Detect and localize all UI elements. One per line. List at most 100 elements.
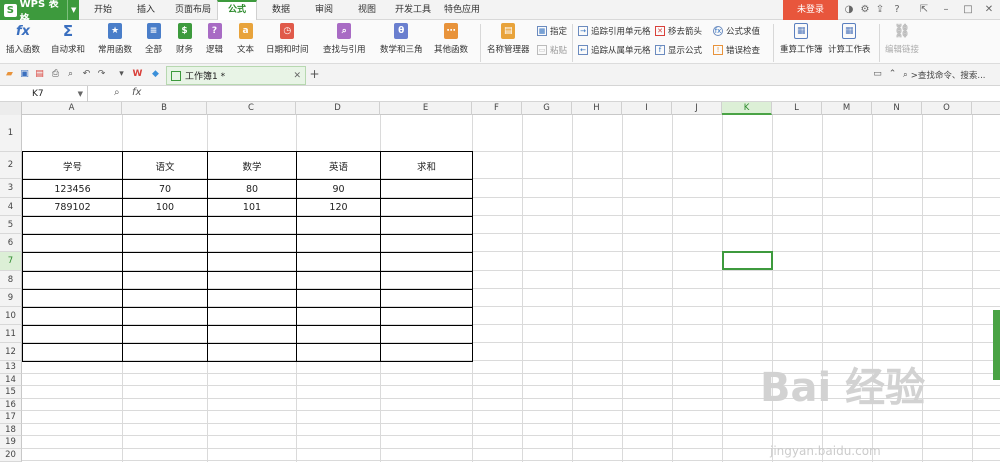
table-cell[interactable] [296, 307, 381, 326]
table-cell[interactable] [122, 307, 208, 326]
tab-insert[interactable]: 插入 [131, 0, 161, 20]
tab-page-layout[interactable]: 页面布局 [172, 0, 214, 20]
column-header-a[interactable]: A [22, 102, 122, 115]
new-tab-icon[interactable]: + [309, 68, 320, 80]
row-header[interactable]: 20 [0, 449, 22, 462]
table-cell[interactable] [122, 234, 208, 253]
table-cell[interactable] [122, 325, 208, 344]
table-cell[interactable] [380, 343, 473, 362]
text-button[interactable]: a 文本 [237, 23, 254, 55]
column-header-b[interactable]: B [122, 102, 207, 115]
formula-input[interactable] [150, 87, 1000, 102]
select-all-corner[interactable] [0, 102, 22, 115]
table-cell[interactable] [380, 216, 473, 235]
header-cell-sum[interactable]: 求和 [380, 151, 473, 180]
workbook-tab[interactable]: 工作簿1 * ✕ [166, 66, 306, 85]
print-preview-icon[interactable]: ⌕ [65, 69, 76, 80]
row-header[interactable]: 19 [0, 436, 22, 449]
table-cell[interactable] [22, 234, 123, 253]
table-cell[interactable] [22, 343, 123, 362]
column-header-g[interactable]: G [522, 102, 572, 115]
table-cell[interactable]: 789102 [22, 198, 123, 217]
column-header-e[interactable]: E [380, 102, 472, 115]
redo-icon[interactable]: ↷ [96, 69, 107, 80]
save-icon[interactable]: ▣ [19, 69, 30, 80]
table-cell[interactable] [296, 252, 381, 272]
insert-function-button[interactable]: fx 插入函数 [6, 23, 40, 56]
tab-review[interactable]: 审阅 [309, 0, 339, 20]
paste-button[interactable]: ▭ 粘贴 [537, 44, 567, 56]
table-cell[interactable] [207, 271, 297, 290]
skin-icon[interactable]: ◑ [843, 4, 855, 16]
other-functions-button[interactable]: ⋯ 其他函数 [434, 23, 468, 55]
table-cell[interactable]: 70 [122, 179, 208, 199]
row-header[interactable]: 8 [0, 271, 22, 289]
close-icon[interactable]: ✕ [983, 4, 995, 16]
specify-button[interactable]: ▦ 指定 [537, 25, 567, 37]
table-cell[interactable]: 120 [296, 198, 381, 217]
header-cell-math[interactable]: 数学 [207, 151, 297, 180]
table-cell[interactable] [22, 289, 123, 308]
table-cell[interactable] [207, 252, 297, 272]
row-header[interactable]: 18 [0, 424, 22, 436]
datetime-button[interactable]: ◷ 日期和时间 [266, 23, 309, 55]
error-check-button[interactable]: ! 错误检查 [713, 44, 760, 56]
row-header[interactable]: 15 [0, 386, 22, 399]
collapse-icon[interactable]: ⌃ [887, 69, 898, 80]
name-manager-button[interactable]: ▤ 名称管理器 [487, 23, 530, 55]
row-header[interactable]: 17 [0, 411, 22, 424]
table-cell[interactable] [207, 325, 297, 344]
trace-precedents-button[interactable]: → 追踪引用单元格 [578, 25, 651, 37]
table-cell[interactable] [380, 179, 473, 199]
table-cell[interactable] [207, 343, 297, 362]
table-cell[interactable]: 100 [122, 198, 208, 217]
lookup-button[interactable]: ⌕ 查找与引用 [323, 23, 366, 55]
vertical-scrollbar-handle[interactable] [993, 310, 1000, 380]
zoom-icon[interactable]: ⌕ [114, 87, 120, 98]
app-menu-button[interactable]: S WPS 表格 ▼ [0, 0, 79, 25]
column-header-k[interactable]: K [722, 102, 772, 115]
table-cell[interactable] [296, 343, 381, 362]
print-icon[interactable]: ⎙ [50, 69, 61, 80]
column-header-h[interactable]: H [572, 102, 622, 115]
row-header[interactable]: 4 [0, 198, 22, 216]
active-cell-k7[interactable] [722, 251, 773, 270]
table-cell[interactable] [380, 325, 473, 344]
evaluate-formula-button[interactable]: fx 公式求值 [713, 25, 760, 37]
row-header[interactable]: 1 [0, 115, 22, 152]
column-header-f[interactable]: F [472, 102, 522, 115]
row-header[interactable]: 12 [0, 343, 22, 361]
table-cell[interactable] [296, 325, 381, 344]
name-box[interactable]: K7 ▼ [0, 86, 88, 102]
table-cell[interactable] [380, 198, 473, 217]
table-cell[interactable] [207, 307, 297, 326]
calc-sheet-button[interactable]: ▦ 计算工作表 [828, 23, 871, 55]
table-cell[interactable] [296, 234, 381, 253]
column-header-j[interactable]: J [672, 102, 722, 115]
table-cell[interactable] [380, 271, 473, 290]
open-folder-icon[interactable]: ▰ [4, 69, 15, 80]
column-header-d[interactable]: D [296, 102, 380, 115]
table-cell[interactable] [22, 271, 123, 290]
column-header-n[interactable]: N [872, 102, 922, 115]
chevron-down-icon[interactable]: ▼ [78, 90, 83, 98]
table-cell[interactable] [22, 252, 123, 272]
table-cell[interactable] [122, 343, 208, 362]
table-cell[interactable] [296, 271, 381, 290]
row-header[interactable]: 10 [0, 307, 22, 325]
tab-view[interactable]: 视图 [352, 0, 382, 20]
share-icon[interactable]: ⇪ [874, 4, 886, 16]
table-cell[interactable] [22, 216, 123, 235]
export-pdf-icon[interactable]: ▤ [34, 69, 45, 80]
table-cell[interactable] [22, 307, 123, 326]
tab-home[interactable]: 开始 [88, 0, 118, 20]
row-header[interactable]: 16 [0, 399, 22, 411]
maximize-icon[interactable]: □ [962, 4, 974, 16]
table-cell[interactable] [380, 252, 473, 272]
login-button[interactable]: 未登录 [783, 0, 838, 20]
command-search[interactable]: ⌕ >查找命令、搜索... [903, 67, 1000, 83]
column-header-o[interactable]: O [922, 102, 972, 115]
row-header[interactable]: 3 [0, 179, 22, 198]
autosum-button[interactable]: Σ 自动求和 [51, 22, 85, 55]
table-cell[interactable] [122, 271, 208, 290]
